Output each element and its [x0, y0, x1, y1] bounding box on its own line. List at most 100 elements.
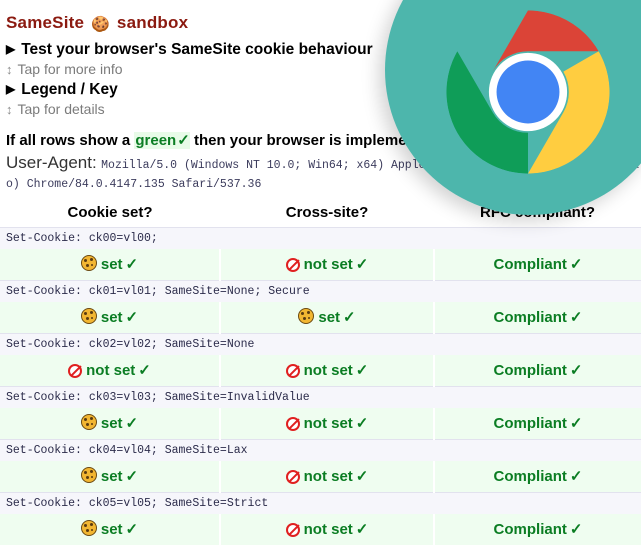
updown-arrow-icon: ↕: [6, 62, 13, 77]
check-icon: ✓: [125, 415, 139, 432]
column-header-cookie-set: Cookie set?: [0, 200, 220, 228]
cell-cookie-set-label: set: [100, 309, 123, 326]
cell-cross-site-label: not set: [303, 362, 353, 379]
samesite-results-table: Cookie set? Cross-site? RFC compliant? S…: [0, 200, 641, 545]
set-cookie-header-value: Set-Cookie: ck01=vl01; SameSite=None; Se…: [0, 280, 641, 302]
prohibition-icon: [68, 364, 83, 378]
cell-cookie-set-label: set: [100, 415, 123, 432]
set-cookie-row: Set-Cookie: ck03=vl03; SameSite=InvalidV…: [0, 386, 641, 408]
updown-arrow-icon: ↕: [6, 102, 13, 117]
check-icon: ✓: [569, 362, 583, 379]
cell-cross-site: not set ✓: [219, 461, 435, 493]
cell-rfc-compliant-label: Compliant: [493, 468, 567, 485]
cell-cookie-set-label: set: [100, 256, 123, 273]
cell-cookie-set: set ✓: [0, 302, 221, 334]
prohibition-icon: [285, 417, 300, 431]
set-cookie-header-value: Set-Cookie: ck03=vl03; SameSite=InvalidV…: [0, 386, 641, 408]
cell-rfc-compliant-label: Compliant: [493, 362, 567, 379]
prohibition-icon: [285, 523, 300, 537]
cell-cross-site: not set ✓: [219, 514, 435, 545]
site-title-sandbox: sandbox: [116, 13, 189, 32]
check-icon: ✓: [569, 309, 583, 326]
chevron-right-icon: ▶: [6, 42, 16, 56]
set-cookie-header-value: Set-Cookie: ck04=vl04; SameSite=Lax: [0, 439, 641, 461]
check-icon: ✓: [177, 132, 190, 149]
check-icon: ✓: [355, 256, 369, 273]
check-icon: ✓: [569, 468, 583, 485]
cell-cookie-set-label: set: [100, 521, 123, 538]
cell-rfc-compliant: Compliant ✓: [433, 461, 641, 493]
cell-cross-site: not set ✓: [219, 355, 435, 387]
check-icon: ✓: [125, 309, 139, 326]
cell-cookie-set: set ✓: [0, 461, 221, 493]
hint-details-label: Tap for details: [17, 101, 105, 117]
cell-cross-site-label: set: [318, 309, 341, 326]
table-row: set ✓ not set ✓ Compliant ✓: [0, 514, 641, 545]
cell-cross-site-label: not set: [303, 415, 353, 432]
set-cookie-row: Set-Cookie: ck02=vl02; SameSite=None: [0, 333, 641, 355]
cell-rfc-compliant-label: Compliant: [493, 415, 567, 432]
cell-rfc-compliant-label: Compliant: [493, 521, 567, 538]
table-row: set ✓ not set ✓ Compliant ✓: [0, 249, 641, 281]
cookie-icon: 🍪: [91, 16, 110, 33]
cookie-icon: [80, 308, 97, 324]
check-icon: ✓: [125, 521, 139, 538]
check-icon: ✓: [569, 415, 583, 432]
check-icon: ✓: [355, 362, 369, 379]
check-icon: ✓: [125, 256, 139, 273]
cell-cross-site: not set ✓: [219, 249, 435, 281]
prohibition-icon: [285, 364, 300, 378]
implementation-green-word: green: [134, 132, 178, 149]
hint-more-info-label: Tap for more info: [17, 61, 123, 77]
user-agent-label: User-Agent:: [6, 153, 97, 172]
set-cookie-row: Set-Cookie: ck01=vl01; SameSite=None; Se…: [0, 280, 641, 302]
check-icon: ✓: [569, 521, 583, 538]
set-cookie-header-value: Set-Cookie: ck02=vl02; SameSite=None: [0, 333, 641, 355]
implementation-prefix: If all rows show a: [6, 132, 135, 149]
cell-rfc-compliant: Compliant ✓: [433, 355, 641, 387]
cookie-icon: [298, 308, 315, 324]
check-icon: ✓: [138, 362, 151, 379]
check-icon: ✓: [355, 415, 369, 432]
disclosure-legend-label: Legend / Key: [21, 81, 118, 98]
cookie-icon: [80, 255, 97, 271]
table-row: set ✓ set ✓ Compliant ✓: [0, 302, 641, 334]
set-cookie-header-value: Set-Cookie: ck05=vl05; SameSite=Strict: [0, 492, 641, 514]
cell-cross-site: set ✓: [219, 302, 435, 334]
check-icon: ✓: [355, 468, 369, 485]
cell-cookie-set-label: set: [100, 468, 123, 485]
cell-cross-site-label: not set: [303, 521, 353, 538]
cell-cookie-set: set ✓: [0, 249, 221, 281]
check-icon: ✓: [355, 521, 369, 538]
table-row: set ✓ not set ✓ Compliant ✓: [0, 408, 641, 440]
cell-rfc-compliant: Compliant ✓: [433, 514, 641, 545]
prohibition-icon: [285, 258, 300, 272]
chrome-logo-icon: [446, 10, 610, 174]
set-cookie-row: Set-Cookie: ck00=vl00;: [0, 227, 641, 249]
cell-rfc-compliant: Compliant ✓: [433, 408, 641, 440]
check-icon: ✓: [125, 468, 139, 485]
cell-cookie-set: set ✓: [0, 514, 221, 545]
cell-rfc-compliant-label: Compliant: [493, 309, 567, 326]
cookie-icon: [80, 520, 97, 536]
cell-cookie-set: set ✓: [0, 408, 221, 440]
set-cookie-row: Set-Cookie: ck05=vl05; SameSite=Strict: [0, 492, 641, 514]
cell-cross-site-label: not set: [303, 468, 353, 485]
chevron-right-icon: ▶: [6, 82, 16, 96]
set-cookie-row: Set-Cookie: ck04=vl04; SameSite=Lax: [0, 439, 641, 461]
table-row: not set ✓ not set ✓ Compliant ✓: [0, 355, 641, 387]
table-row: set ✓ not set ✓ Compliant ✓: [0, 461, 641, 493]
cookie-icon: [80, 414, 97, 430]
site-title-samesite: SameSite: [6, 13, 85, 32]
prohibition-icon: [285, 470, 300, 484]
cell-cookie-set: not set ✓: [0, 355, 221, 387]
cell-cross-site-label: not set: [303, 256, 353, 273]
disclosure-test-behaviour-label: Test your browser's SameSite cookie beha…: [21, 41, 373, 58]
check-icon: ✓: [343, 309, 356, 326]
cell-rfc-compliant: Compliant ✓: [433, 249, 641, 281]
check-icon: ✓: [569, 256, 583, 273]
set-cookie-header-value: Set-Cookie: ck00=vl00;: [0, 227, 641, 249]
cell-cookie-set-label: not set: [86, 362, 136, 379]
cell-cross-site: not set ✓: [219, 408, 435, 440]
cell-rfc-compliant-label: Compliant: [493, 256, 567, 273]
